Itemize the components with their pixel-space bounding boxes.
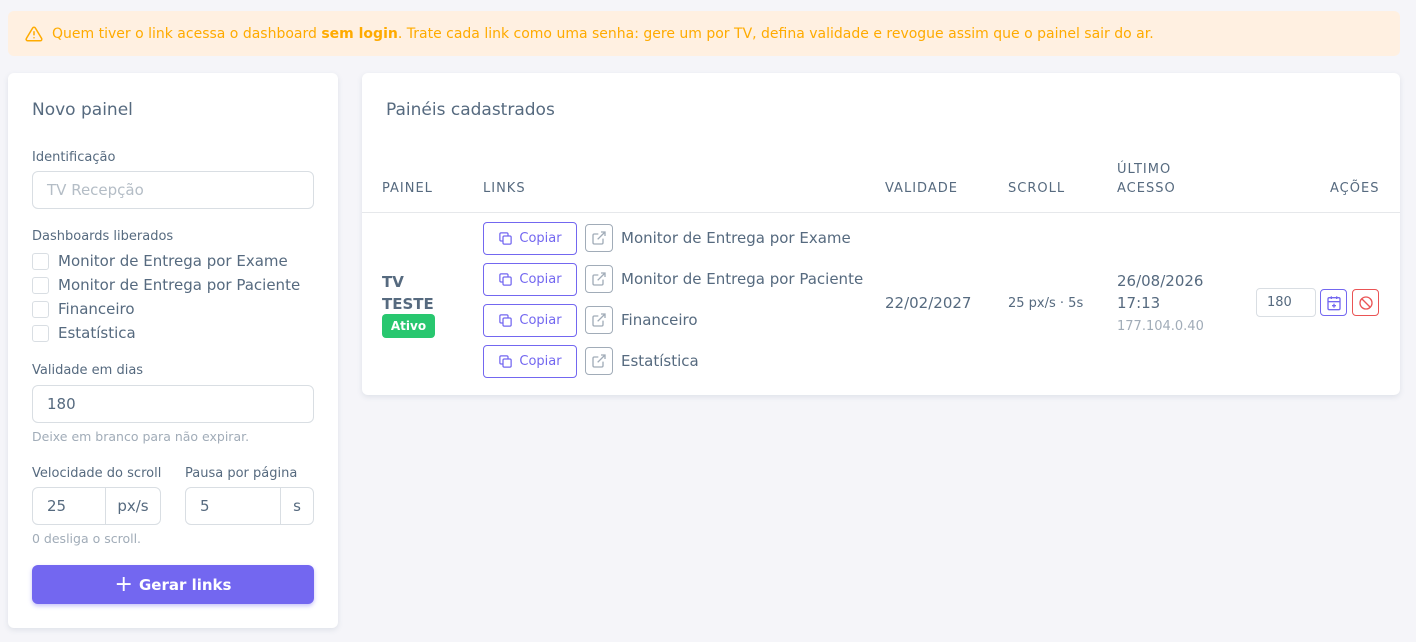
copy-link-button-financeiro[interactable]: Copiar bbox=[483, 304, 577, 337]
identificacao-input[interactable]: TV Recepção bbox=[32, 171, 314, 209]
header-ultimo: ÚLTIMO bbox=[1117, 162, 1172, 177]
copy-link-button-paciente[interactable]: Copiar bbox=[483, 263, 577, 296]
identificacao-label: Identificação bbox=[32, 150, 116, 165]
link-name-paciente: Monitor de Entrega por Paciente bbox=[621, 270, 864, 288]
last-access-ip: 177.104.0.40 bbox=[1117, 319, 1204, 334]
new-panel-title: Novo painel bbox=[32, 100, 133, 120]
generate-links-button[interactable]: + Gerar links bbox=[32, 565, 314, 604]
warning-triangle-icon bbox=[25, 25, 43, 43]
open-link-button-financeiro[interactable] bbox=[585, 306, 613, 334]
pausa-input-group[interactable]: 5 s bbox=[185, 487, 314, 525]
external-link-icon bbox=[592, 272, 606, 286]
checkbox[interactable] bbox=[32, 324, 49, 342]
pausa-label: Pausa por página bbox=[185, 466, 298, 481]
security-warning-alert: Quem tiver o link acessa o dashboard sem… bbox=[8, 11, 1400, 56]
copy-icon bbox=[499, 232, 513, 245]
alert-text: Quem tiver o link acessa o dashboard sem… bbox=[52, 25, 1154, 42]
panels-table-card: Painéis cadastrados PAINEL LINKS VALIDAD… bbox=[362, 73, 1400, 395]
external-link-icon bbox=[592, 354, 606, 368]
copy-icon bbox=[499, 314, 513, 327]
renew-days-input[interactable]: 180 bbox=[1256, 288, 1316, 317]
copy-link-button-estatistica[interactable]: Copiar bbox=[483, 345, 577, 378]
scroll-cell: 25 px/s · 5s bbox=[1008, 296, 1084, 311]
header-divider bbox=[362, 212, 1400, 213]
last-access-time: 17:13 bbox=[1117, 294, 1161, 312]
checkbox[interactable] bbox=[32, 300, 49, 318]
new-panel-card: Novo painel Identificação TV Recepção Da… bbox=[8, 73, 338, 628]
open-link-button-paciente[interactable] bbox=[585, 265, 613, 293]
link-name-estatistica: Estatística bbox=[621, 352, 699, 370]
dashboard-checkbox-exame[interactable]: Monitor de Entrega por Exame bbox=[32, 252, 288, 270]
revoke-button[interactable] bbox=[1352, 289, 1379, 316]
status-badge: Ativo bbox=[382, 314, 435, 338]
ban-icon bbox=[1358, 295, 1373, 310]
copy-link-button-exame[interactable]: Copiar bbox=[483, 222, 577, 255]
scroll-hint: 0 desliga o scroll. bbox=[32, 531, 142, 546]
external-link-icon bbox=[592, 313, 606, 327]
panels-table-title: Painéis cadastrados bbox=[386, 100, 555, 120]
dashboard-checkbox-financeiro[interactable]: Financeiro bbox=[32, 300, 135, 318]
checkbox[interactable] bbox=[32, 276, 49, 294]
header-scroll: SCROLL bbox=[1008, 181, 1066, 196]
velocidade-unit: px/s bbox=[105, 488, 160, 524]
link-name-exame: Monitor de Entrega por Exame bbox=[621, 229, 851, 247]
header-acesso: ACESSO bbox=[1117, 181, 1176, 196]
open-link-button-estatistica[interactable] bbox=[585, 347, 613, 375]
plus-icon: + bbox=[114, 571, 133, 597]
pausa-unit: s bbox=[280, 488, 313, 524]
copy-icon bbox=[499, 273, 513, 286]
dashboard-checkbox-paciente[interactable]: Monitor de Entrega por Paciente bbox=[32, 276, 300, 294]
external-link-icon bbox=[592, 231, 606, 245]
checkbox[interactable] bbox=[32, 252, 49, 270]
header-validade: VALIDADE bbox=[885, 181, 958, 196]
dashboard-checkbox-estatistica[interactable]: Estatística bbox=[32, 324, 136, 342]
validade-input[interactable]: 180 bbox=[32, 385, 314, 423]
link-name-financeiro: Financeiro bbox=[621, 311, 698, 329]
renew-validity-button[interactable] bbox=[1320, 289, 1347, 316]
validade-cell: 22/02/2027 bbox=[885, 294, 972, 312]
open-link-button-exame[interactable] bbox=[585, 224, 613, 252]
velocidade-label: Velocidade do scroll bbox=[32, 466, 162, 481]
panel-name: TV TESTE bbox=[382, 273, 434, 313]
header-acoes: AÇÕES bbox=[1330, 181, 1380, 196]
header-painel: PAINEL bbox=[382, 181, 433, 196]
validade-hint: Deixe em branco para não expirar. bbox=[32, 429, 250, 444]
velocidade-input[interactable]: 25 bbox=[33, 488, 105, 524]
copy-icon bbox=[499, 355, 513, 368]
header-links: LINKS bbox=[483, 181, 526, 196]
dashboards-label: Dashboards liberados bbox=[32, 229, 174, 244]
pausa-input[interactable]: 5 bbox=[186, 488, 280, 524]
last-access-date: 26/08/2026 bbox=[1117, 272, 1204, 290]
velocidade-input-group[interactable]: 25 px/s bbox=[32, 487, 161, 525]
calendar-plus-icon bbox=[1326, 295, 1341, 310]
validade-label: Validade em dias bbox=[32, 363, 144, 378]
